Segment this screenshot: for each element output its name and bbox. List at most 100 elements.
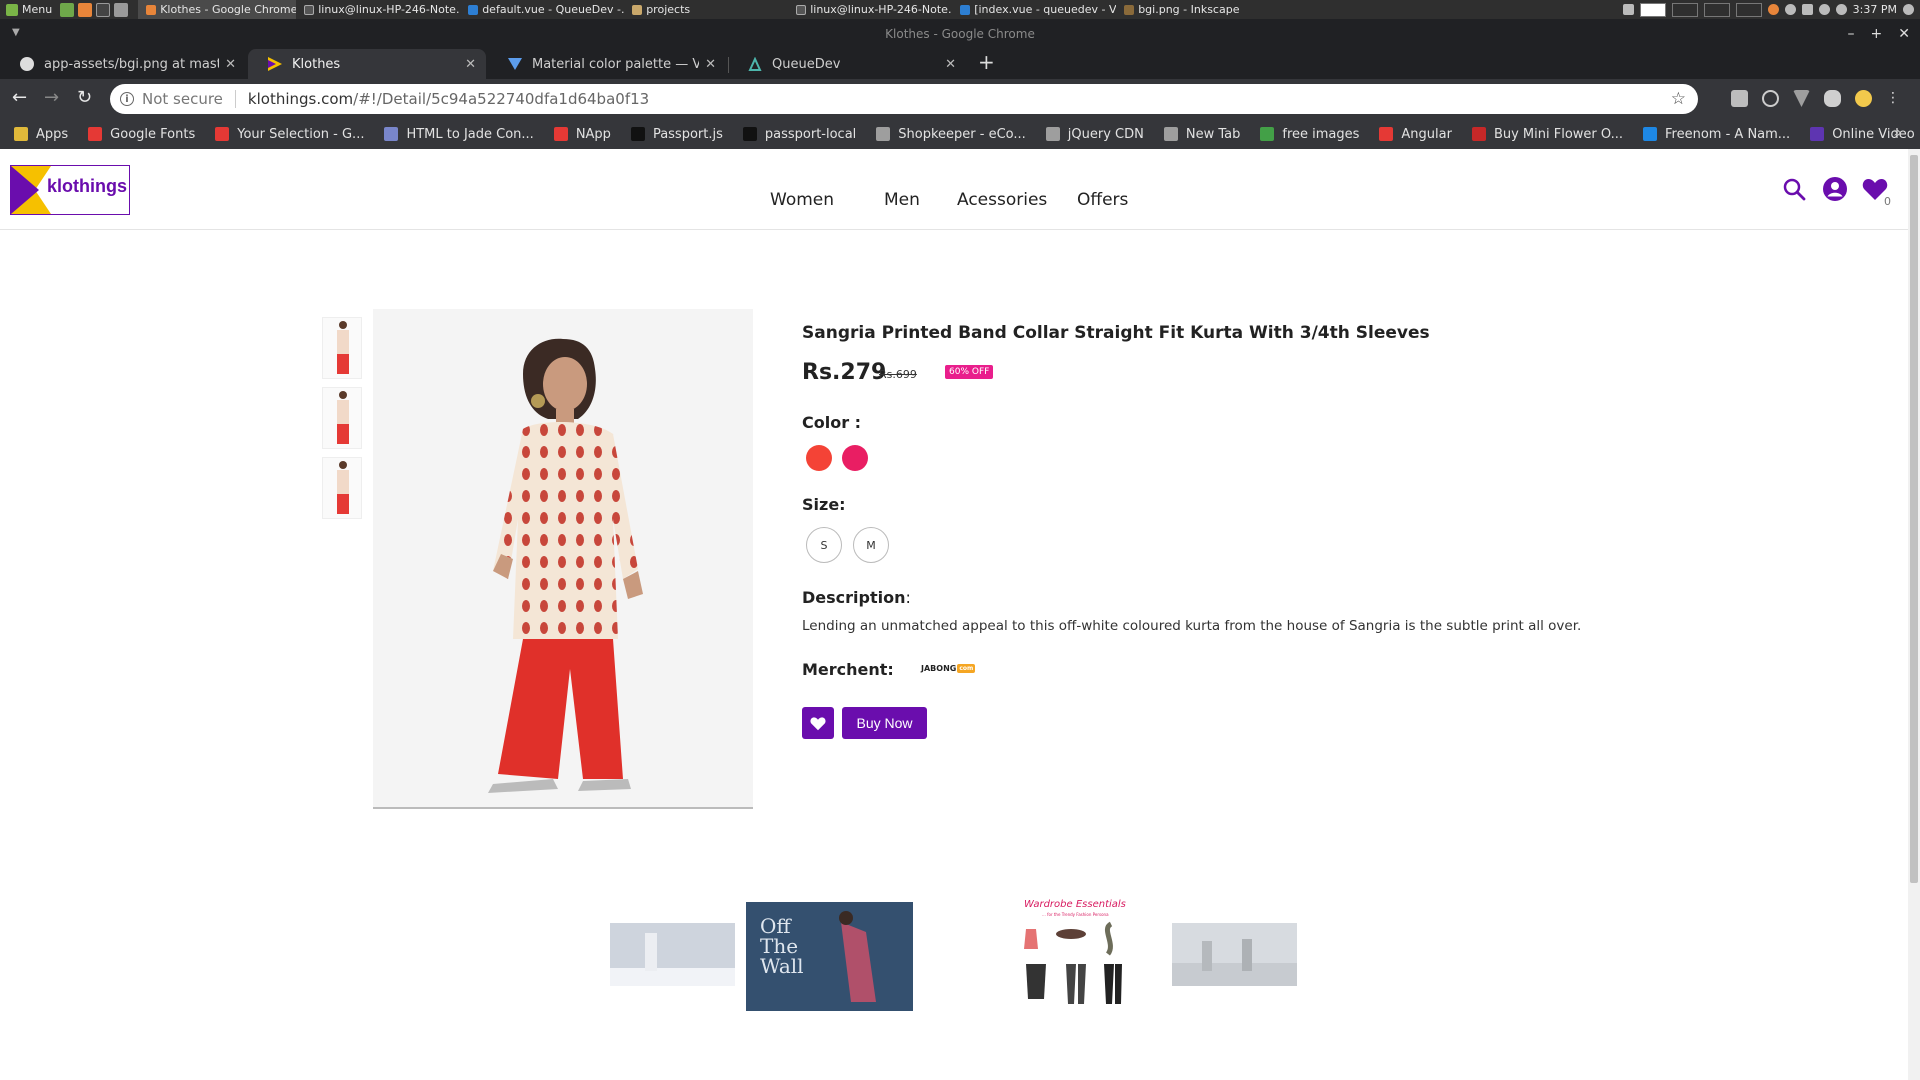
os-task-chrome[interactable]: Klothes - Google Chrome [138,0,297,19]
bookmark-item[interactable]: passport-local [742,127,856,142]
queuedev-icon [748,56,762,71]
volume-icon[interactable] [1903,4,1914,15]
bookmark-item[interactable]: Passport.js [630,127,723,142]
chrome-menu-icon[interactable]: ⋮ [1886,90,1900,107]
show-desktop-icon[interactable] [60,2,75,17]
bookmark-item[interactable]: free images [1260,127,1359,142]
logo-text: klothings [47,176,127,196]
os-task-vscode[interactable]: default.vue - QueueDev -... [460,0,624,19]
shield-icon[interactable] [1784,4,1796,15]
banner-winter-image [610,923,735,986]
bookmark-item[interactable]: jQuery CDN [1045,127,1144,142]
extension-icons: ⋮ [1731,90,1900,107]
close-tab-icon[interactable]: ✕ [705,57,716,72]
workspace-3[interactable] [1703,2,1730,17]
bookmark-label: Shopkeeper - eCo... [898,126,1026,142]
account-icon[interactable] [1822,176,1848,206]
extension-4-icon[interactable] [1824,90,1841,107]
nav-offers[interactable]: Offers [1077,190,1128,210]
react-devtools-icon[interactable] [1762,90,1779,107]
merchant-tag: com [957,664,976,673]
bookmark-item[interactable]: Freenom - A Nam... [1643,127,1790,142]
tab-vuetify[interactable]: Material color palette — Vuetify ✕ [488,49,726,79]
chrome-launcher-icon[interactable] [78,2,93,17]
add-to-wishlist-button[interactable] [802,707,834,739]
close-tab-icon[interactable]: ✕ [465,57,476,72]
product-price: Rs.279 [802,360,887,385]
size-label: Size: [802,495,846,514]
os-task-vscode-2[interactable]: [index.vue - queuedev - V... [952,0,1116,19]
forward-icon[interactable]: → [44,87,59,108]
color-swatch-red[interactable] [806,445,832,471]
off-the-wall-text: Off The Wall [760,914,804,978]
clock[interactable]: 3:37 PM [1853,3,1897,16]
size-option-s[interactable]: S [806,527,842,563]
os-menu-button[interactable]: Menu [0,0,60,19]
tab-klothes[interactable]: Klothes ✕ [248,49,486,79]
tab-github[interactable]: app-assets/bgi.png at master · ✕ [0,49,246,79]
os-task-terminal[interactable]: linux@linux-HP-246-Note... [296,0,460,19]
promo-banner-street[interactable] [1172,923,1297,986]
product-main-image[interactable] [373,309,753,809]
os-task-label: linux@linux-HP-246-Note... [810,3,953,16]
bookmark-item[interactable]: Google Fonts [88,127,195,142]
maximize-icon[interactable]: + [1871,26,1883,42]
bookmark-item[interactable]: Angular [1379,127,1452,142]
bookmark-item[interactable]: Online Video Dow... [1810,127,1920,142]
chrome-tray-icon[interactable] [1767,4,1779,15]
bookmark-star-icon[interactable]: ☆ [1671,89,1686,109]
scrollbar-thumb[interactable] [1910,155,1918,883]
bookmark-item[interactable]: NApp [553,127,611,142]
minimize-icon[interactable]: – [1848,26,1855,42]
bookmark-label: HTML to Jade Con... [406,126,534,142]
bookmark-item[interactable]: Apps [14,127,68,142]
pen-icon[interactable] [1835,4,1847,15]
color-swatch-pink[interactable] [842,445,868,471]
extension-1-icon[interactable] [1731,90,1748,107]
back-icon[interactable]: ← [12,87,27,108]
bookmark-item[interactable]: New Tab [1163,127,1240,142]
nav-women[interactable]: Women [770,190,834,210]
site-logo[interactable]: klothings [10,165,130,215]
clipboard-icon[interactable] [1801,4,1813,15]
new-tab-button[interactable]: + [978,50,995,74]
product-thumbnail-3[interactable] [322,457,362,519]
promo-banner-winter[interactable] [610,923,735,986]
bookmark-label: Freenom - A Nam... [1665,126,1791,142]
bookmark-item[interactable]: HTML to Jade Con... [384,126,534,142]
os-task-files[interactable]: projects [624,0,788,19]
product-thumbnail-2[interactable] [322,387,362,449]
workspace-1[interactable] [1639,2,1666,17]
user-icon[interactable] [1818,4,1830,15]
buy-now-button[interactable]: Buy Now [842,707,927,739]
system-tray: 3:37 PM [1622,2,1920,17]
promo-banner-wardrobe[interactable]: Wardrobe Essentials ... for the Trendy F… [1016,899,1136,1019]
files-launcher-icon[interactable] [114,2,129,17]
nav-accessories[interactable]: Acessories [957,190,1047,210]
bookmark-item[interactable]: Buy Mini Flower O... [1471,127,1623,142]
product-thumbnail-1[interactable] [322,317,362,379]
tab-queuedev[interactable]: QueueDev ✕ [728,49,966,79]
search-icon[interactable] [1782,177,1806,205]
close-tab-icon[interactable]: ✕ [225,57,236,72]
profile-avatar-icon[interactable] [1855,90,1872,107]
terminal-launcher-icon[interactable] [96,2,111,17]
keyboard-icon[interactable] [1622,4,1634,15]
close-window-icon[interactable]: ✕ [1898,26,1910,42]
page-scrollbar[interactable] [1908,149,1920,1080]
info-icon[interactable]: i [120,92,134,106]
nav-men[interactable]: Men [884,190,920,210]
bookmarks-overflow-icon[interactable]: » [1893,125,1902,141]
bookmark-item[interactable]: Your Selection - G... [215,127,364,142]
reload-icon[interactable]: ↻ [77,87,92,108]
bookmark-item[interactable]: Shopkeeper - eCo... [876,127,1026,142]
workspace-2[interactable] [1671,2,1698,17]
address-bar[interactable]: i Not secure klothings.com/#!/Detail/5c9… [110,84,1698,114]
promo-banner-off-the-wall[interactable]: Off The Wall [746,902,913,1011]
os-task-inkscape[interactable]: bgi.png - Inkscape [1116,0,1276,19]
os-task-terminal-2[interactable]: linux@linux-HP-246-Note... [788,0,952,19]
size-option-m[interactable]: M [853,527,889,563]
vue-devtools-icon[interactable] [1793,90,1810,107]
workspace-4[interactable] [1735,2,1762,17]
close-tab-icon[interactable]: ✕ [945,57,956,72]
